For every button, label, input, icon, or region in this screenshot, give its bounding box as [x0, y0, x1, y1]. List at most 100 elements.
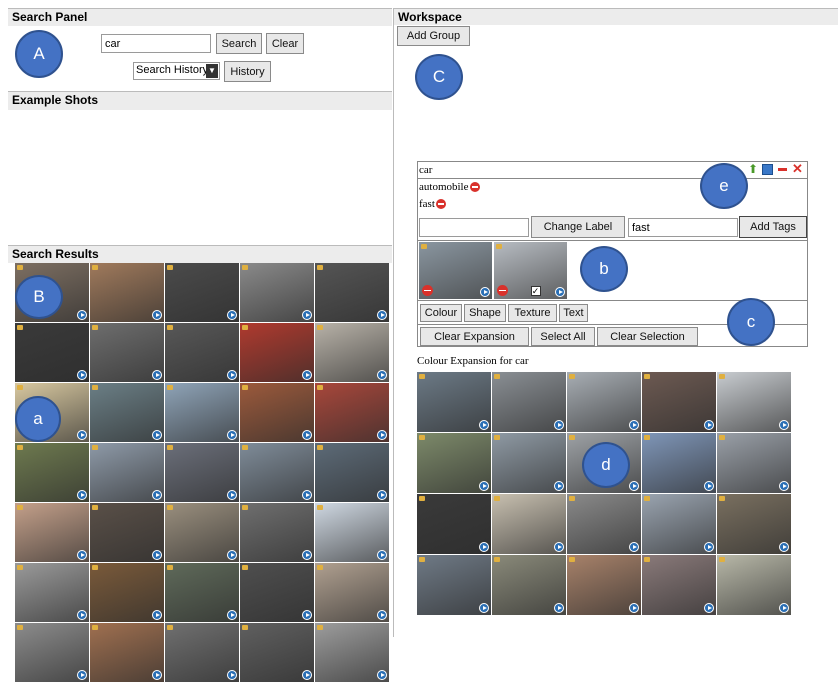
- video-thumbnail[interactable]: [315, 443, 389, 502]
- video-thumbnail[interactable]: [642, 494, 716, 554]
- remove-tag-icon[interactable]: [435, 199, 446, 210]
- play-icon[interactable]: [77, 430, 87, 440]
- play-icon[interactable]: [227, 670, 237, 680]
- play-icon[interactable]: [480, 287, 490, 297]
- search-history-select[interactable]: Search History ▼: [133, 62, 220, 80]
- play-icon[interactable]: [629, 420, 639, 430]
- video-thumbnail[interactable]: [717, 555, 791, 615]
- play-icon[interactable]: [227, 610, 237, 620]
- play-icon[interactable]: [77, 370, 87, 380]
- history-button[interactable]: History: [224, 61, 271, 82]
- play-icon[interactable]: [302, 610, 312, 620]
- video-thumbnail[interactable]: [165, 323, 239, 382]
- clear-button[interactable]: Clear: [266, 33, 304, 54]
- video-thumbnail[interactable]: [717, 433, 791, 493]
- clear-expansion-button[interactable]: Clear Expansion: [420, 327, 529, 346]
- video-thumbnail[interactable]: [165, 443, 239, 502]
- play-icon[interactable]: [302, 550, 312, 560]
- video-thumbnail[interactable]: [90, 263, 164, 322]
- video-thumbnail[interactable]: [315, 383, 389, 442]
- play-icon[interactable]: [227, 430, 237, 440]
- play-icon[interactable]: [302, 310, 312, 320]
- video-thumbnail[interactable]: [417, 433, 491, 493]
- play-icon[interactable]: [779, 542, 789, 552]
- video-thumbnail[interactable]: [315, 323, 389, 382]
- play-icon[interactable]: [227, 310, 237, 320]
- group-label-input[interactable]: [419, 218, 529, 237]
- video-thumbnail[interactable]: [417, 494, 491, 554]
- tab-texture[interactable]: Texture: [508, 304, 557, 322]
- search-input[interactable]: [101, 34, 211, 53]
- change-label-button[interactable]: Change Label: [531, 216, 625, 238]
- video-thumbnail[interactable]: [15, 323, 89, 382]
- play-icon[interactable]: [377, 310, 387, 320]
- play-icon[interactable]: [302, 670, 312, 680]
- video-thumbnail[interactable]: [15, 443, 89, 502]
- video-thumbnail[interactable]: [492, 433, 566, 493]
- video-thumbnail[interactable]: [315, 263, 389, 322]
- play-icon[interactable]: [779, 481, 789, 491]
- video-thumbnail[interactable]: [417, 372, 491, 432]
- video-thumbnail[interactable]: [90, 563, 164, 622]
- video-thumbnail[interactable]: [240, 383, 314, 442]
- video-thumbnail[interactable]: [165, 383, 239, 442]
- video-thumbnail[interactable]: [567, 372, 641, 432]
- add-group-button[interactable]: Add Group: [397, 26, 470, 46]
- video-thumbnail[interactable]: [492, 494, 566, 554]
- video-thumbnail[interactable]: [240, 443, 314, 502]
- select-all-button[interactable]: Select All: [531, 327, 595, 346]
- tab-colour[interactable]: Colour: [420, 304, 462, 322]
- play-icon[interactable]: [704, 481, 714, 491]
- play-icon[interactable]: [779, 420, 789, 430]
- video-thumbnail[interactable]: [15, 503, 89, 562]
- video-thumbnail[interactable]: [315, 563, 389, 622]
- video-thumbnail[interactable]: [165, 503, 239, 562]
- play-icon[interactable]: [227, 490, 237, 500]
- video-thumbnail[interactable]: [240, 563, 314, 622]
- video-thumbnail[interactable]: [15, 563, 89, 622]
- select-checkbox[interactable]: ✓: [530, 286, 541, 296]
- play-icon[interactable]: [779, 603, 789, 613]
- tab-text[interactable]: Text: [559, 304, 588, 322]
- play-icon[interactable]: [377, 610, 387, 620]
- video-thumbnail[interactable]: [417, 555, 491, 615]
- save-icon[interactable]: [762, 164, 773, 175]
- play-icon[interactable]: [302, 430, 312, 440]
- video-thumbnail[interactable]: [90, 383, 164, 442]
- play-icon[interactable]: [554, 481, 564, 491]
- remove-shot-icon[interactable]: [422, 285, 433, 296]
- video-thumbnail[interactable]: [492, 555, 566, 615]
- play-icon[interactable]: [302, 370, 312, 380]
- play-icon[interactable]: [227, 370, 237, 380]
- play-icon[interactable]: [479, 420, 489, 430]
- video-thumbnail[interactable]: [15, 623, 89, 682]
- video-thumbnail[interactable]: [165, 623, 239, 682]
- play-icon[interactable]: [377, 430, 387, 440]
- play-icon[interactable]: [555, 287, 565, 297]
- play-icon[interactable]: [152, 670, 162, 680]
- video-thumbnail[interactable]: [240, 323, 314, 382]
- play-icon[interactable]: [704, 603, 714, 613]
- play-icon[interactable]: [152, 310, 162, 320]
- video-thumbnail[interactable]: [90, 623, 164, 682]
- clear-selection-button[interactable]: Clear Selection: [597, 327, 698, 346]
- video-thumbnail[interactable]: [567, 494, 641, 554]
- play-icon[interactable]: [77, 550, 87, 560]
- play-icon[interactable]: [152, 550, 162, 560]
- play-icon[interactable]: [704, 420, 714, 430]
- group-shot[interactable]: [419, 242, 492, 299]
- play-icon[interactable]: [629, 603, 639, 613]
- tag-input[interactable]: [628, 218, 738, 237]
- remove-shot-icon[interactable]: [497, 285, 508, 296]
- video-thumbnail[interactable]: [315, 623, 389, 682]
- play-icon[interactable]: [77, 490, 87, 500]
- play-icon[interactable]: [152, 490, 162, 500]
- play-icon[interactable]: [377, 370, 387, 380]
- play-icon[interactable]: [377, 550, 387, 560]
- video-thumbnail[interactable]: [240, 263, 314, 322]
- play-icon[interactable]: [152, 430, 162, 440]
- video-thumbnail[interactable]: [642, 555, 716, 615]
- video-thumbnail[interactable]: [90, 323, 164, 382]
- video-thumbnail[interactable]: [90, 503, 164, 562]
- video-thumbnail[interactable]: [240, 623, 314, 682]
